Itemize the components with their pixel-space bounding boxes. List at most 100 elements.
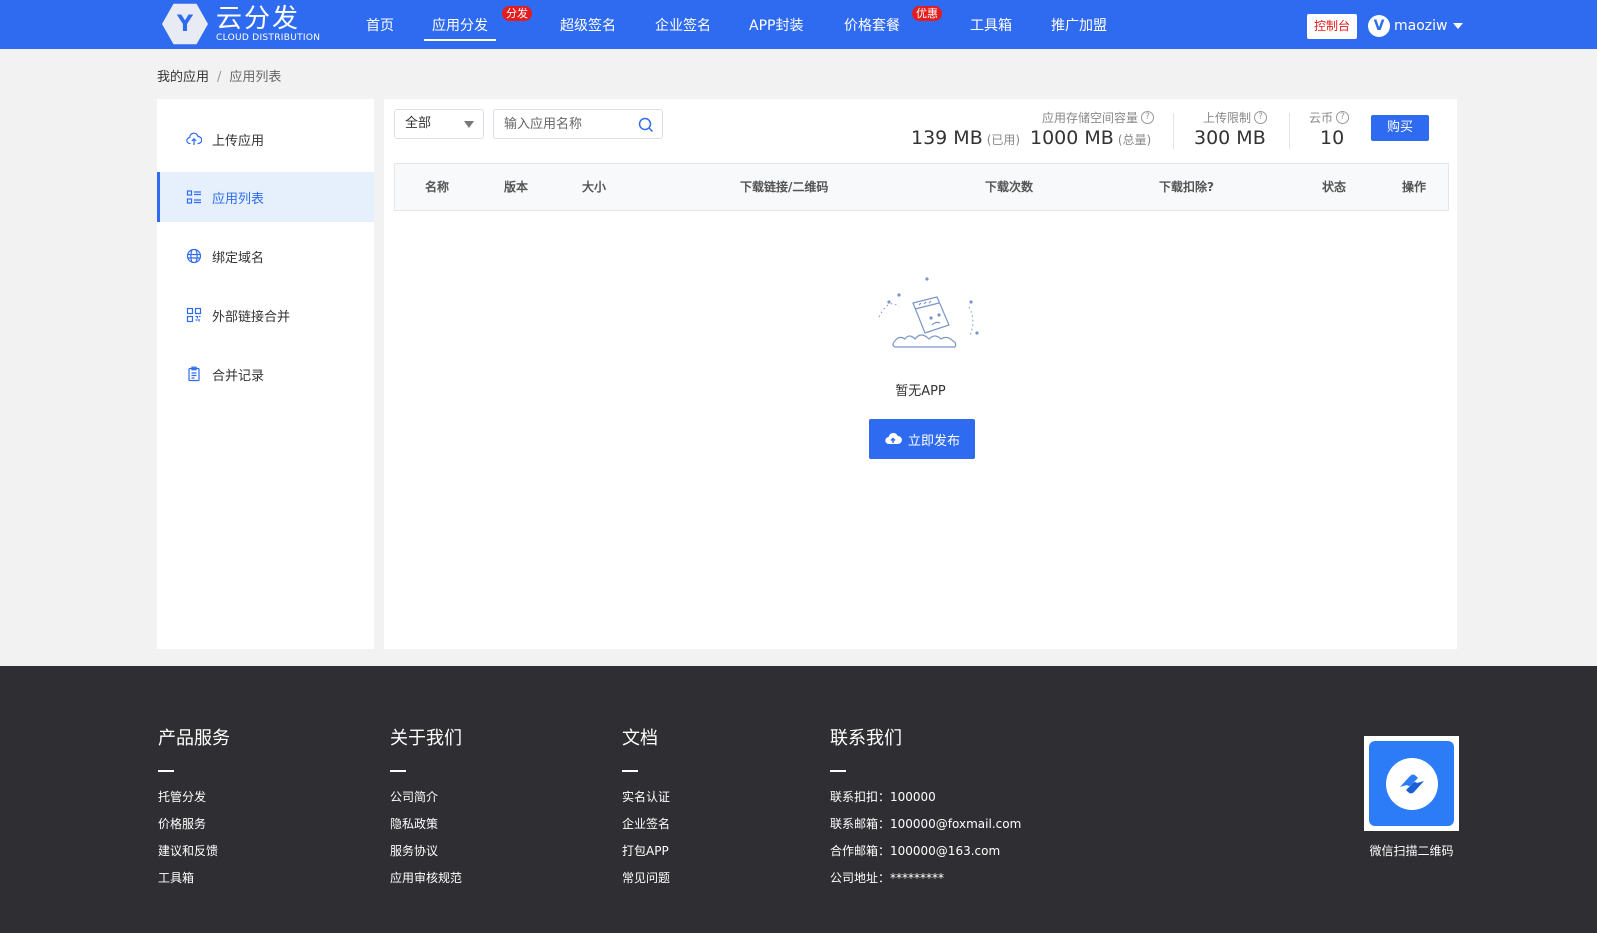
nav-label: 应用分发	[432, 18, 488, 34]
sidebar-item-label: 外部链接合并	[212, 309, 291, 325]
nav-super-sign[interactable]: 超级签名	[560, 0, 616, 49]
storage-used-note: (已用)	[986, 133, 1021, 147]
storage-label-text: 应用存储空间容量	[1042, 111, 1139, 125]
column-header-download-deduct[interactable]: 下载扣除?	[1159, 164, 1214, 210]
footer-link[interactable]: 隐私政策	[390, 811, 462, 838]
upload-limit-label: 上传限制?	[1203, 109, 1268, 126]
empty-state-text: 暂无APP	[895, 384, 946, 399]
storage-label: 应用存储空间容量?	[1042, 109, 1155, 126]
logo-letter: Y	[177, 11, 193, 37]
nav-home[interactable]: 首页	[366, 0, 394, 49]
nav-label: APP封装	[749, 18, 804, 34]
footer-column-docs: 文档 实名认证 企业签名 打包APP 常见问题	[622, 724, 670, 892]
storage-total-note: (总量)	[1117, 133, 1152, 147]
nav-toolbox[interactable]: 工具箱	[970, 0, 1012, 49]
footer-link[interactable]: 价格服务	[158, 811, 230, 838]
footer-link[interactable]: 应用审核规范	[390, 865, 462, 892]
globe-icon	[186, 248, 202, 264]
footer-column-about: 关于我们 公司简介 隐私政策 服务协议 应用审核规范	[390, 724, 462, 892]
footer-link[interactable]: 建议和反馈	[158, 838, 230, 865]
footer-title-underline	[158, 770, 174, 772]
sidebar: 上传应用 应用列表 绑定域名 外部链接合并 合并记录	[157, 99, 374, 649]
console-button[interactable]: 控制台	[1307, 14, 1357, 39]
app-logo-icon	[1385, 757, 1438, 810]
help-icon[interactable]: ?	[1336, 111, 1350, 124]
sidebar-item-link-merge[interactable]: 外部链接合并	[157, 290, 374, 340]
chevron-down-icon	[1453, 23, 1464, 29]
divider	[1289, 113, 1290, 149]
nav-promotion[interactable]: 推广加盟	[1051, 0, 1107, 49]
search-input[interactable]	[494, 110, 629, 138]
nav-badge-distribution: 分发	[502, 6, 532, 21]
footer-link[interactable]: 常见问题	[622, 865, 670, 892]
help-icon[interactable]: ?	[1254, 111, 1268, 124]
column-header-download-count[interactable]: 下载次数	[985, 164, 1033, 210]
nav-label: 价格套餐	[844, 18, 900, 34]
footer-link[interactable]: 托管分发	[158, 784, 230, 811]
sidebar-item-app-list[interactable]: 应用列表	[157, 172, 374, 222]
publish-now-button[interactable]: 立即发布	[869, 419, 975, 459]
footer-column-contact: 联系我们 联系扣扣：100000 联系邮箱：100000@foxmail.com…	[830, 724, 1021, 892]
coins-label: 云币?	[1309, 109, 1350, 126]
logo-subtitle: CLOUD DISTRIBUTION	[216, 32, 321, 43]
footer-column-title: 文档	[622, 728, 658, 749]
help-icon[interactable]: ?	[1141, 111, 1155, 124]
footer: 产品服务 托管分发 价格服务 建议和反馈 工具箱 关于我们 公司简介 隐私政策 …	[0, 666, 1597, 933]
sidebar-item-label: 上传应用	[212, 133, 265, 149]
logo-icon: Y	[162, 3, 208, 45]
footer-title-underline	[622, 770, 638, 772]
column-header-status[interactable]: 状态	[1322, 164, 1346, 210]
category-select[interactable]: 全部	[394, 109, 484, 139]
nav-pricing[interactable]: 价格套餐	[844, 0, 900, 49]
cloud-upload-icon	[186, 132, 202, 145]
footer-link[interactable]: 实名认证	[622, 784, 670, 811]
empty-box-icon	[878, 277, 979, 348]
nav-app-distribution[interactable]: 应用分发	[424, 0, 496, 49]
footer-title-underline	[830, 770, 846, 772]
buy-button[interactable]: 购买	[1371, 115, 1429, 141]
footer-contact-line: 联系邮箱：100000@foxmail.com	[830, 817, 1022, 831]
footer-link[interactable]: 公司简介	[390, 784, 462, 811]
footer-link[interactable]: 工具箱	[158, 865, 230, 892]
storage-total: 1000 MB (总量)	[1030, 127, 1151, 149]
footer-column-title: 产品服务	[158, 728, 230, 749]
sidebar-item-label: 绑定域名	[212, 250, 265, 266]
footer-link[interactable]: 服务协议	[390, 838, 462, 865]
footer-title-underline	[390, 770, 406, 772]
divider	[1173, 113, 1174, 149]
table-header: 名称 版本 大小 下载链接/二维码 下载次数 下载扣除? 状态 操作	[394, 163, 1449, 211]
upload-limit-label-text: 上传限制	[1203, 111, 1252, 125]
nav-label: 超级签名	[560, 18, 616, 34]
sidebar-item-bind-domain[interactable]: 绑定域名	[157, 231, 374, 281]
column-header-size[interactable]: 大小	[582, 164, 606, 210]
sidebar-item-label: 合并记录	[212, 368, 265, 384]
publish-now-label: 立即发布	[907, 433, 960, 449]
logo[interactable]: Y 云分发 CLOUD DISTRIBUTION	[162, 2, 320, 46]
search-icon[interactable]	[638, 117, 654, 133]
sidebar-item-upload[interactable]: 上传应用	[157, 114, 374, 164]
column-header-name[interactable]: 名称	[425, 164, 449, 210]
dropdown-arrow-icon	[464, 121, 474, 128]
column-header-download-link[interactable]: 下载链接/二维码	[740, 164, 828, 210]
footer-link[interactable]: 企业签名	[622, 811, 670, 838]
nav-app-package[interactable]: APP封装	[749, 0, 803, 49]
column-header-version[interactable]: 版本	[504, 164, 528, 210]
sidebar-item-merge-records[interactable]: 合并记录	[157, 349, 374, 399]
footer-link[interactable]: 打包APP	[622, 838, 670, 865]
storage-total-value: 1000 MB	[1030, 127, 1114, 149]
column-header-actions[interactable]: 操作	[1402, 164, 1426, 210]
footer-contact-line: 公司地址：*********	[830, 871, 945, 885]
qr-app-logo	[1369, 741, 1454, 826]
username: maoziw	[1394, 18, 1448, 34]
sidebar-item-label: 应用列表	[212, 191, 265, 207]
clipboard-icon	[188, 366, 200, 382]
nav-enterprise-sign[interactable]: 企业签名	[655, 0, 711, 49]
coins-value: 10	[1320, 127, 1345, 149]
breadcrumb-parent[interactable]: 我的应用	[157, 70, 209, 85]
cloud-upload-icon	[885, 432, 902, 445]
storage-used: 139 MB (已用)	[911, 127, 1020, 149]
user-menu[interactable]: V maoziw	[1368, 15, 1464, 37]
nav-badge-discount: 优惠	[912, 6, 942, 21]
category-select-value: 全部	[405, 116, 432, 131]
footer-contact-line: 联系扣扣：100000	[830, 790, 936, 804]
